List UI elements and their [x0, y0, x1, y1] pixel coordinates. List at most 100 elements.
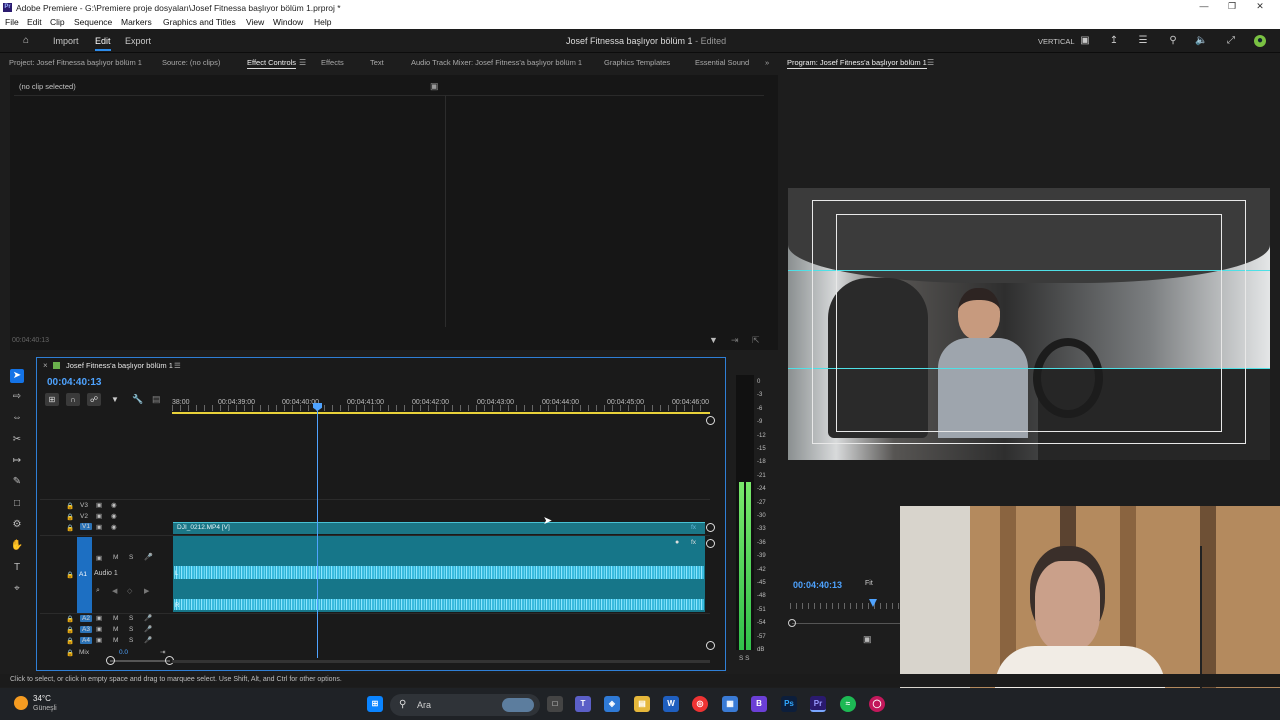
- remix-tool-icon[interactable]: ⚙: [10, 518, 24, 532]
- spotify-icon[interactable]: ≈: [840, 696, 856, 712]
- tab-text[interactable]: Text: [370, 58, 384, 67]
- app-circle-icon[interactable]: ◯: [869, 696, 885, 712]
- lock-icon[interactable]: 🔒: [66, 637, 74, 645]
- menu-graphics-titles[interactable]: Graphics and Titles: [163, 17, 236, 27]
- scroll-handle-icon[interactable]: [706, 416, 715, 425]
- teams-icon[interactable]: T: [575, 696, 591, 712]
- pen-tool-icon[interactable]: ✎: [10, 475, 24, 489]
- zoom-scrollbar[interactable]: [110, 660, 170, 662]
- menu-lines-icon[interactable]: ☰: [1137, 35, 1149, 47]
- chrome-icon[interactable]: ◎: [692, 696, 708, 712]
- lock-icon[interactable]: 🔒: [66, 502, 74, 510]
- mute-button[interactable]: M: [113, 554, 118, 561]
- tab-effect-controls[interactable]: Effect Controls: [247, 58, 297, 69]
- export-frame-icon[interactable]: ⇱: [752, 335, 760, 346]
- sync-lock-icon[interactable]: ▣: [96, 501, 102, 509]
- file-explorer-icon[interactable]: ▤: [634, 696, 650, 712]
- lock-icon[interactable]: 🔒: [66, 615, 74, 623]
- tab-source[interactable]: Source: (no clips): [162, 58, 220, 67]
- sync-lock-icon[interactable]: ▣: [96, 636, 102, 644]
- mic-icon[interactable]: 🎤: [144, 553, 153, 561]
- tab-program[interactable]: Program: Josef Fitness'a başlıyor bölüm …: [787, 58, 927, 69]
- menu-markers[interactable]: Markers: [121, 17, 152, 27]
- sequence-menu-icon[interactable]: ☰: [174, 361, 181, 370]
- solo-button[interactable]: S: [129, 615, 133, 622]
- play-only-icon[interactable]: ⇥: [731, 335, 739, 346]
- zoom-handle-left[interactable]: [106, 656, 115, 665]
- fullscreen-icon[interactable]: ⤢: [1225, 35, 1237, 47]
- hand-tool-icon[interactable]: ✋: [10, 539, 24, 553]
- mute-button[interactable]: M: [113, 626, 118, 633]
- mic-icon[interactable]: 🎤: [144, 636, 152, 644]
- camera-icon[interactable]: ▣: [863, 634, 872, 645]
- keyframe-search-icon[interactable]: ⌕: [96, 587, 100, 595]
- tab-graphics-templates[interactable]: Graphics Templates: [604, 58, 670, 67]
- workspace-label[interactable]: VERTICAL: [1038, 37, 1075, 46]
- lock-icon[interactable]: 🔒: [66, 626, 74, 634]
- tab-effects[interactable]: Effects: [321, 58, 344, 67]
- close-icon[interactable]: ✕: [1250, 1, 1270, 14]
- nav-export[interactable]: Export: [125, 36, 151, 46]
- sync-lock-icon[interactable]: ▣: [96, 554, 102, 562]
- mic-icon[interactable]: 🎤: [144, 625, 152, 633]
- close-sequence-icon[interactable]: ×: [43, 361, 48, 370]
- restore-icon[interactable]: ❐: [1222, 1, 1242, 14]
- video-clip[interactable]: DJI_0212.MP4 [V] fx: [173, 522, 705, 534]
- program-monitor-video[interactable]: [788, 188, 1270, 460]
- scroll-handle-icon[interactable]: [706, 523, 715, 532]
- solo-button[interactable]: S: [129, 637, 133, 644]
- sync-lock-icon[interactable]: ▣: [96, 625, 102, 633]
- lock-icon[interactable]: 🔒: [66, 524, 74, 532]
- menu-clip[interactable]: Clip: [50, 17, 65, 27]
- profile-icon[interactable]: ●: [1254, 35, 1266, 47]
- filter-icon[interactable]: ▼: [709, 335, 718, 345]
- nav-import[interactable]: Import: [53, 36, 79, 46]
- menu-sequence[interactable]: Sequence: [74, 17, 112, 27]
- work-area-bar[interactable]: [172, 412, 710, 414]
- add-marker-icon[interactable]: ▼: [111, 395, 119, 404]
- rectangle-tool-icon[interactable]: □: [10, 497, 24, 511]
- premiere-icon[interactable]: Pr: [810, 696, 826, 712]
- tab-essential-sound[interactable]: Essential Sound: [695, 58, 749, 67]
- sync-lock-icon[interactable]: ▣: [96, 512, 102, 520]
- nest-toggle-icon[interactable]: ⊞: [45, 393, 59, 406]
- caption-tool-icon[interactable]: ⌖: [10, 582, 24, 596]
- program-zoom-handle[interactable]: [788, 619, 796, 627]
- mute-button[interactable]: M: [113, 637, 118, 644]
- sync-lock-icon[interactable]: ▣: [96, 523, 102, 531]
- taskbar-search[interactable]: ⚲ Ara: [390, 694, 540, 716]
- volume-icon[interactable]: 🔈: [1195, 35, 1207, 47]
- layout-icon[interactable]: ▣: [1079, 35, 1091, 47]
- horizontal-scrollbar[interactable]: [172, 660, 710, 663]
- copilot-icon[interactable]: ◈: [604, 696, 620, 712]
- weather-icon[interactable]: [14, 696, 28, 710]
- eye-icon[interactable]: ◉: [111, 501, 117, 509]
- nav-edit[interactable]: Edit: [95, 36, 111, 51]
- tab-menu-icon[interactable]: ☰: [299, 58, 306, 67]
- photoshop-icon[interactable]: Ps: [781, 696, 797, 712]
- program-menu-icon[interactable]: ☰: [927, 58, 934, 67]
- track-name-a3[interactable]: A3: [80, 626, 92, 633]
- track-name-a2[interactable]: A2: [80, 615, 92, 622]
- track-name-v1[interactable]: V1: [80, 523, 92, 530]
- sync-lock-icon[interactable]: ▣: [96, 614, 102, 622]
- start-icon[interactable]: ⊞: [367, 696, 383, 712]
- mic-icon[interactable]: 🎤: [144, 614, 152, 622]
- eye-icon[interactable]: ◉: [111, 523, 117, 531]
- snap-icon[interactable]: ∩: [66, 393, 80, 406]
- search-icon[interactable]: ⚲: [1167, 35, 1179, 47]
- weather-desc[interactable]: Güneşli: [33, 705, 57, 712]
- scroll-handle-icon[interactable]: [706, 539, 715, 548]
- store-icon[interactable]: ▦: [722, 696, 738, 712]
- track-name-v2[interactable]: V2: [80, 513, 88, 520]
- program-timecode[interactable]: 00:04:40:13: [793, 580, 842, 590]
- mix-value[interactable]: 0.0: [119, 649, 128, 656]
- track-name-a1[interactable]: A1: [79, 571, 87, 578]
- ripple-edit-tool-icon[interactable]: ⇔: [10, 411, 24, 425]
- track-select-tool-icon[interactable]: ⇨: [10, 390, 24, 404]
- menu-edit[interactable]: Edit: [27, 17, 42, 27]
- lock-icon[interactable]: 🔒: [66, 571, 74, 579]
- slip-tool-icon[interactable]: ↦: [10, 454, 24, 468]
- zoom-level-select[interactable]: Fit: [865, 580, 873, 587]
- captions-icon[interactable]: ▤: [152, 394, 161, 405]
